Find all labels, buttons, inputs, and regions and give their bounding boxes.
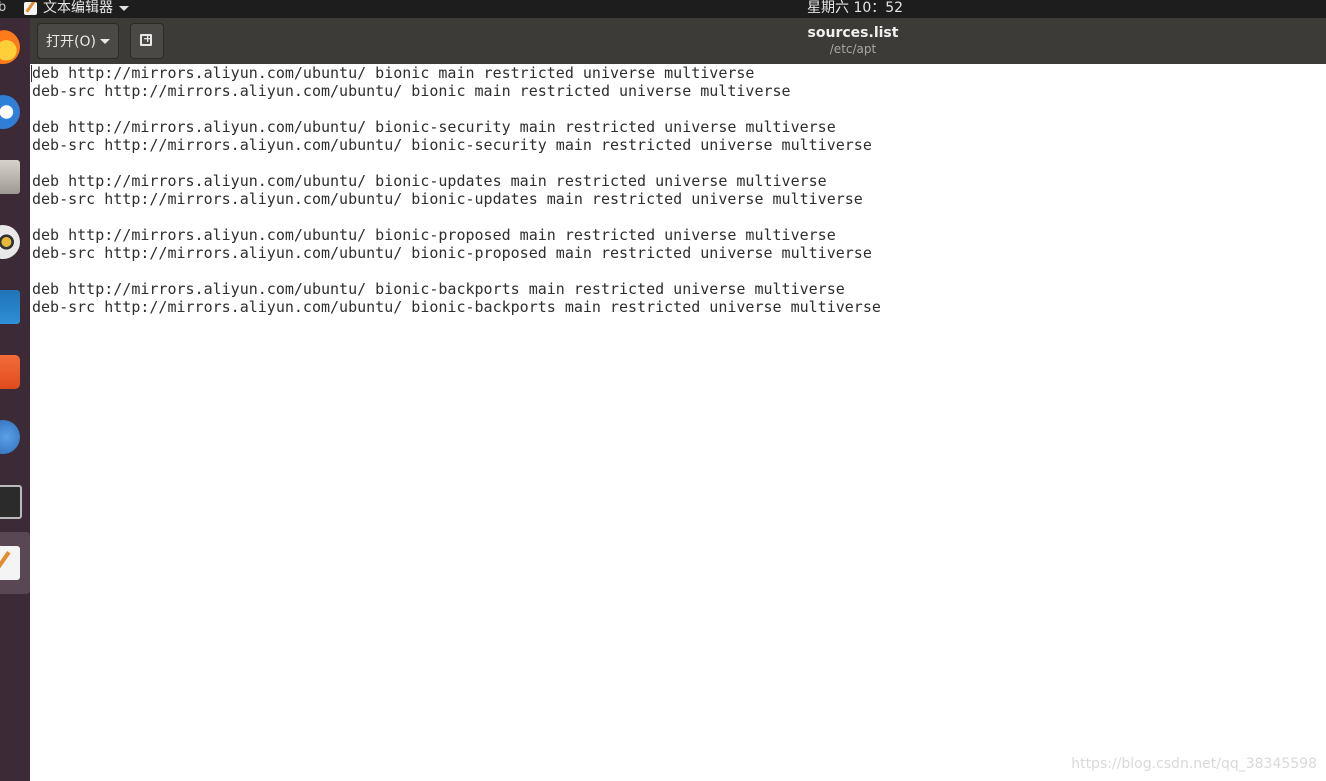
dock-item-files[interactable] bbox=[0, 150, 30, 206]
new-document-button[interactable] bbox=[130, 23, 164, 59]
text-line: deb-src http://mirrors.aliyun.com/ubuntu… bbox=[32, 190, 863, 208]
dock-item-software[interactable] bbox=[0, 345, 30, 401]
clock[interactable]: 星期六 10：52 bbox=[807, 0, 903, 16]
top-panel: b 文本编辑器 星期六 10：52 bbox=[0, 0, 1326, 18]
text-line: deb http://mirrors.aliyun.com/ubuntu/ bi… bbox=[32, 118, 836, 136]
dock-item-writer[interactable] bbox=[0, 280, 30, 336]
dock-item-text-editor[interactable] bbox=[0, 532, 30, 594]
firefox-icon bbox=[0, 30, 20, 64]
text-line: deb-src http://mirrors.aliyun.com/ubuntu… bbox=[32, 136, 872, 154]
empty-line bbox=[32, 154, 881, 172]
text-line: deb http://mirrors.aliyun.com/ubuntu/ bi… bbox=[32, 64, 755, 82]
dock-item-terminal[interactable] bbox=[0, 475, 30, 531]
chevron-down-icon bbox=[99, 38, 110, 44]
app-menu-label: 文本编辑器 bbox=[43, 0, 113, 16]
activities-edge[interactable]: b bbox=[0, 0, 6, 16]
dock bbox=[0, 18, 30, 781]
text-line: deb-src http://mirrors.aliyun.com/ubuntu… bbox=[32, 82, 791, 100]
text-line: deb http://mirrors.aliyun.com/ubuntu/ bi… bbox=[32, 280, 845, 298]
window-title: sources.list bbox=[807, 25, 899, 41]
open-button-label: 打开(O) bbox=[46, 34, 96, 50]
window-subtitle: /etc/apt bbox=[829, 42, 877, 56]
empty-line bbox=[32, 100, 881, 118]
rhythmbox-icon bbox=[0, 225, 20, 259]
app-menu[interactable]: 文本编辑器 bbox=[24, 0, 129, 16]
dock-item-firefox[interactable] bbox=[0, 20, 30, 76]
software-icon bbox=[0, 355, 20, 389]
dock-item-rhythmbox[interactable] bbox=[0, 215, 30, 271]
dock-item-thunderbird[interactable] bbox=[0, 85, 30, 141]
dock-item-help[interactable] bbox=[0, 410, 30, 466]
empty-line bbox=[32, 208, 881, 226]
writer-icon bbox=[0, 290, 20, 324]
text-editor-icon bbox=[0, 546, 20, 580]
text-line: deb-src http://mirrors.aliyun.com/ubuntu… bbox=[32, 298, 881, 316]
empty-line bbox=[32, 262, 881, 280]
watermark: https://blog.csdn.net/qq_38345598 bbox=[1071, 756, 1317, 772]
text-line: deb http://mirrors.aliyun.com/ubuntu/ bi… bbox=[32, 226, 836, 244]
text-view[interactable]: deb http://mirrors.aliyun.com/ubuntu/ bi… bbox=[32, 64, 881, 316]
text-editor-icon bbox=[24, 1, 37, 15]
editor-area[interactable]: deb http://mirrors.aliyun.com/ubuntu/ bi… bbox=[30, 64, 1326, 781]
files-icon bbox=[0, 160, 20, 194]
new-document-icon bbox=[140, 32, 152, 46]
help-icon bbox=[0, 420, 20, 454]
open-button[interactable]: 打开(O) bbox=[37, 23, 119, 59]
terminal-icon bbox=[0, 485, 22, 519]
thunderbird-icon bbox=[0, 95, 20, 129]
chevron-down-icon bbox=[119, 6, 129, 11]
text-line: deb http://mirrors.aliyun.com/ubuntu/ bi… bbox=[32, 172, 827, 190]
header-bar: 打开(O) sources.list /etc/apt bbox=[30, 18, 1326, 65]
text-line: deb-src http://mirrors.aliyun.com/ubuntu… bbox=[32, 244, 872, 262]
